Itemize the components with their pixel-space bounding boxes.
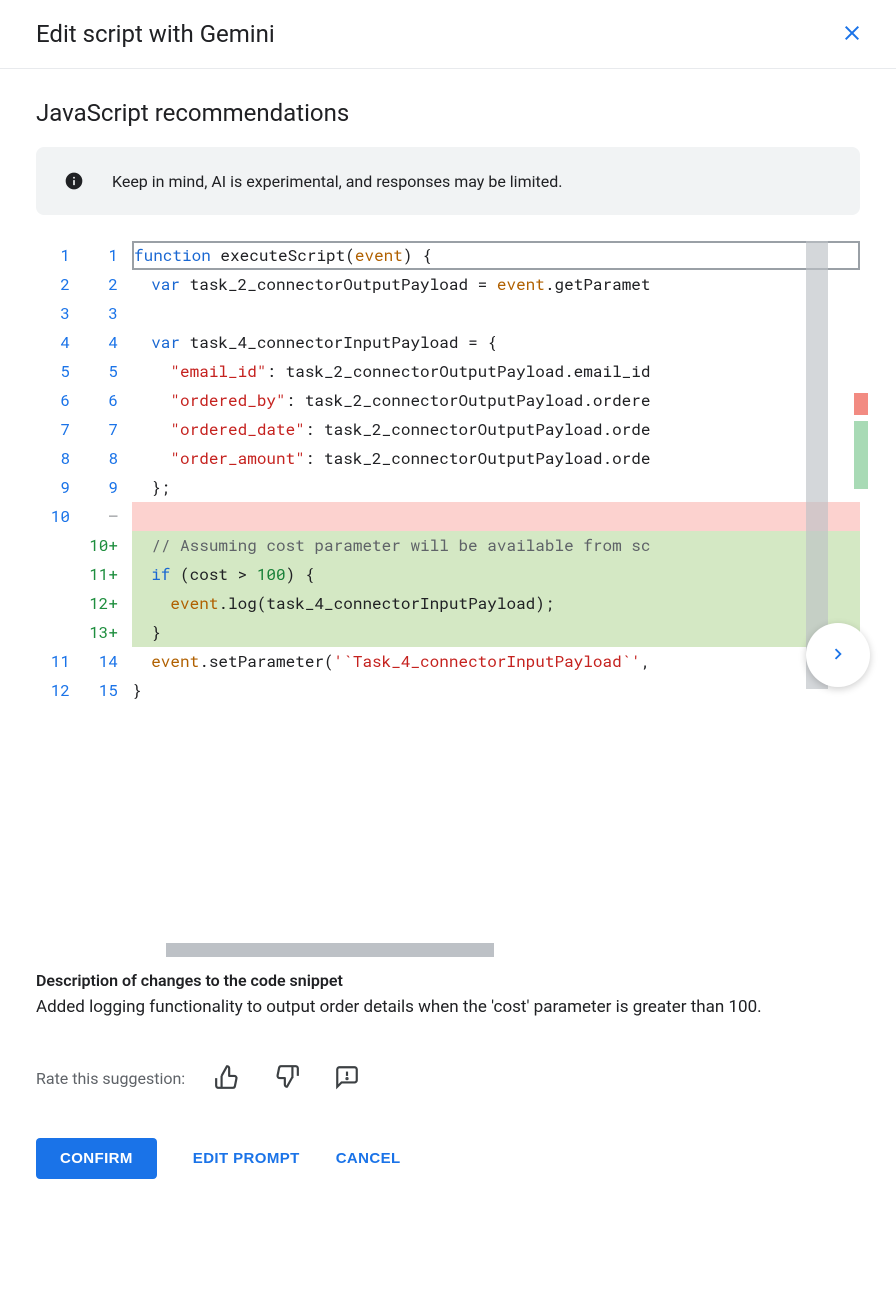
diff-row: 12+ event.log(task_4_connectorInputPaylo…: [36, 589, 860, 618]
diff-row: 11+ if (cost > 100) {: [36, 560, 860, 589]
thumbs-up-button[interactable]: [209, 1060, 245, 1096]
diff-row: 88 "order_amount": task_2_connectorOutpu…: [36, 444, 860, 473]
code-diff-viewer[interactable]: 11function executeScript(event) {22 var …: [36, 241, 860, 957]
diff-row: 11function executeScript(event) {: [36, 241, 860, 270]
ai-notice: Keep in mind, AI is experimental, and re…: [36, 147, 860, 215]
diff-row: 66 "ordered_by": task_2_connectorOutputP…: [36, 386, 860, 415]
dialog-title: Edit script with Gemini: [36, 20, 275, 48]
diff-row: 33: [36, 299, 860, 328]
thumbs-up-icon: [214, 1064, 240, 1093]
diff-row: 77 "ordered_date": task_2_connectorOutpu…: [36, 415, 860, 444]
close-icon: [840, 21, 864, 48]
rate-label: Rate this suggestion:: [36, 1069, 185, 1088]
notice-text: Keep in mind, AI is experimental, and re…: [112, 172, 562, 191]
confirm-button[interactable]: CONFIRM: [36, 1138, 157, 1179]
description-text: Added logging functionality to output or…: [36, 994, 860, 1020]
info-icon: [64, 171, 84, 191]
diff-row: 10—: [36, 502, 860, 531]
diff-row: 44 var task_4_connectorInputPayload = {: [36, 328, 860, 357]
diff-row: 1215}: [36, 676, 860, 705]
diff-row: 22 var task_2_connectorOutputPayload = e…: [36, 270, 860, 299]
feedback-icon: [334, 1064, 360, 1093]
edit-prompt-button[interactable]: EDIT PROMPT: [193, 1150, 300, 1167]
close-button[interactable]: [836, 18, 868, 50]
feedback-button[interactable]: [329, 1060, 365, 1096]
diff-row: 13+ }: [36, 618, 860, 647]
thumbs-down-button[interactable]: [269, 1060, 305, 1096]
next-change-button[interactable]: [806, 623, 870, 687]
diff-row: 99 };: [36, 473, 860, 502]
thumbs-down-icon: [274, 1064, 300, 1093]
diff-row: 55 "email_id": task_2_connectorOutputPay…: [36, 357, 860, 386]
description-label: Description of changes to the code snipp…: [36, 971, 860, 990]
cancel-button[interactable]: CANCEL: [336, 1150, 401, 1167]
section-title: JavaScript recommendations: [36, 99, 860, 127]
chevron-right-icon: [827, 643, 849, 668]
diff-row: 1114 event.setParameter('`Task_4_connect…: [36, 647, 860, 676]
horizontal-scrollbar[interactable]: [166, 943, 494, 957]
diff-row: 10+ // Assuming cost parameter will be a…: [36, 531, 860, 560]
